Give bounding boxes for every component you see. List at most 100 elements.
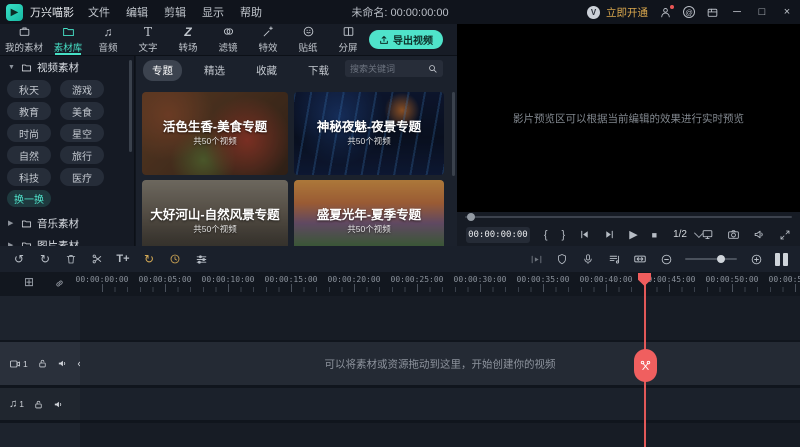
empty-track-lane[interactable] [0,423,800,447]
topic-card-nature[interactable]: 大好河山-自然风景专题 共50个视频 [142,180,288,246]
sidebar-section-music[interactable]: ▶ 音乐素材 [0,212,134,234]
adjust-sliders-icon[interactable] [194,253,208,266]
next-frame-button[interactable] [604,229,615,240]
record-voiceover-icon[interactable] [581,253,595,265]
redo-button[interactable]: ↻ [38,252,52,266]
render-preview-icon[interactable] [529,253,543,266]
stop-button[interactable]: ■ [652,230,657,240]
slider-handle[interactable] [717,255,725,263]
timeline-ruler[interactable]: ⊞ 00:00:00:00 00:00:05:00 00:00:10:00 00… [0,272,800,296]
menu-edit[interactable]: 编辑 [126,4,148,20]
timeline-zoom-slider[interactable] [685,258,737,260]
zoom-in-icon[interactable] [749,253,763,266]
display-device-icon[interactable] [701,228,714,241]
mark-in-button[interactable]: { [544,229,548,241]
undo-button[interactable]: ↺ [12,252,26,266]
library-tab-featured[interactable]: 精选 [195,60,234,81]
empty-track-lane[interactable] [0,296,800,340]
speed-clock-icon[interactable] [168,253,182,265]
preview-screen[interactable]: 影片预览区可以根据当前编辑的效果进行实时预览 [457,24,800,212]
audio-track-lane[interactable]: ♫ 1 [0,388,800,420]
zoom-out-icon[interactable] [659,253,673,266]
tag-nature[interactable]: 自然 [7,146,51,164]
tab-filters[interactable]: 滤镜 [208,24,248,55]
zoom-to-fit-icon[interactable] [633,252,647,266]
search-icon[interactable] [427,63,438,74]
panel-layout-icon[interactable] [775,253,788,266]
menu-file[interactable]: 文件 [88,4,110,20]
account-icon[interactable] [659,6,672,19]
tab-stock-library[interactable]: 素材库 [48,24,88,55]
menu-view[interactable]: 显示 [202,4,224,20]
lock-icon[interactable] [37,358,48,369]
tab-effects[interactable]: 特效 [248,24,288,55]
video-track-id: 1 [9,358,28,370]
video-track-lane[interactable]: 1 可以将素材或资源拖动到这里，开始创建你的视频 [0,342,800,385]
maximize-button[interactable]: □ [755,6,769,18]
mark-out-button[interactable]: } [562,229,566,241]
video-track-header: 1 [0,342,80,385]
preview-seek-bar[interactable] [465,216,792,218]
feedback-icon[interactable]: @ [683,6,695,18]
audio-mixer-icon[interactable] [607,253,621,266]
playhead-scissors-button[interactable] [634,349,657,382]
tag-starry-sky[interactable]: 星空 [60,124,104,142]
library-scrollbar[interactable] [452,92,455,176]
tag-game[interactable]: 游戏 [60,80,104,98]
tab-my-media[interactable]: 我的素材 [0,24,48,55]
tab-stickers[interactable]: 贴纸 [288,24,328,55]
topic-card-food[interactable]: 活色生香-美食专题 共50个视频 [142,92,288,175]
tag-medical[interactable]: 医疗 [60,168,104,186]
speaker-icon[interactable] [753,228,766,241]
tab-audio[interactable]: ♫ 音频 [88,24,128,55]
tab-text[interactable]: T 文字 [128,24,168,55]
close-button[interactable]: × [780,6,794,18]
add-text-icon[interactable]: T+ [116,253,130,265]
previous-frame-button[interactable] [579,229,590,240]
preview-zoom-select[interactable]: 1/2 [673,229,701,240]
menu-help[interactable]: 帮助 [240,4,262,20]
tab-transitions[interactable]: Z 转场 [168,24,208,55]
mute-speaker-icon[interactable] [57,358,68,369]
snapshot-camera-icon[interactable] [727,228,740,241]
library-tab-downloads[interactable]: 下载 [299,60,338,81]
tab-split-screen[interactable]: 分屏 [328,24,368,55]
audio-track-body[interactable] [80,388,800,420]
seek-handle[interactable] [467,213,475,221]
sidebar-scrollbar[interactable] [129,60,132,152]
split-scissors-icon[interactable] [90,253,104,265]
library-tab-favorites[interactable]: 收藏 [247,60,286,81]
refresh-tags-button[interactable]: 换一换 [7,190,51,207]
search-input[interactable] [350,64,423,74]
upgrade-link[interactable]: 立即开通 [606,5,648,20]
add-track-icon[interactable]: ⊞ [24,276,34,288]
keyframe-loop-icon[interactable]: ↻ [142,252,156,266]
tag-travel[interactable]: 旅行 [60,146,104,164]
video-track-body[interactable]: 可以将素材或资源拖动到这里，开始创建你的视频 [80,342,800,385]
topic-card-night[interactable]: 神秘夜魅-夜景专题 共50个视频 [294,92,444,175]
track-body[interactable] [80,423,800,447]
menu-clip[interactable]: 剪辑 [164,4,186,20]
tag-fashion[interactable]: 时尚 [7,124,51,142]
tag-technology[interactable]: 科技 [7,168,51,186]
minimize-button[interactable]: ─ [730,6,744,18]
tag-autumn[interactable]: 秋天 [7,80,51,98]
track-body[interactable] [80,296,800,340]
tag-food[interactable]: 美食 [60,102,104,120]
track-header [0,423,80,447]
delete-icon[interactable] [64,253,78,265]
tag-education[interactable]: 教育 [7,102,51,120]
export-video-button[interactable]: 导出视频 [369,30,443,49]
mute-speaker-icon[interactable] [53,399,64,410]
resource-box-icon[interactable] [706,6,719,19]
link-clips-icon[interactable] [54,278,65,289]
topic-card-summer[interactable]: 盛夏光年-夏季专题 共50个视频 [294,180,444,246]
sidebar-section-video[interactable]: ▼ 视频素材 [0,56,134,78]
lock-icon[interactable] [33,399,44,410]
music-note-icon: ♫ [9,398,17,410]
play-button[interactable]: ▶ [629,228,637,241]
fullscreen-icon[interactable] [779,229,791,241]
library-tab-topics[interactable]: 专题 [143,60,182,81]
marker-icon[interactable] [555,253,569,265]
vip-badge-icon[interactable]: V [587,6,600,19]
